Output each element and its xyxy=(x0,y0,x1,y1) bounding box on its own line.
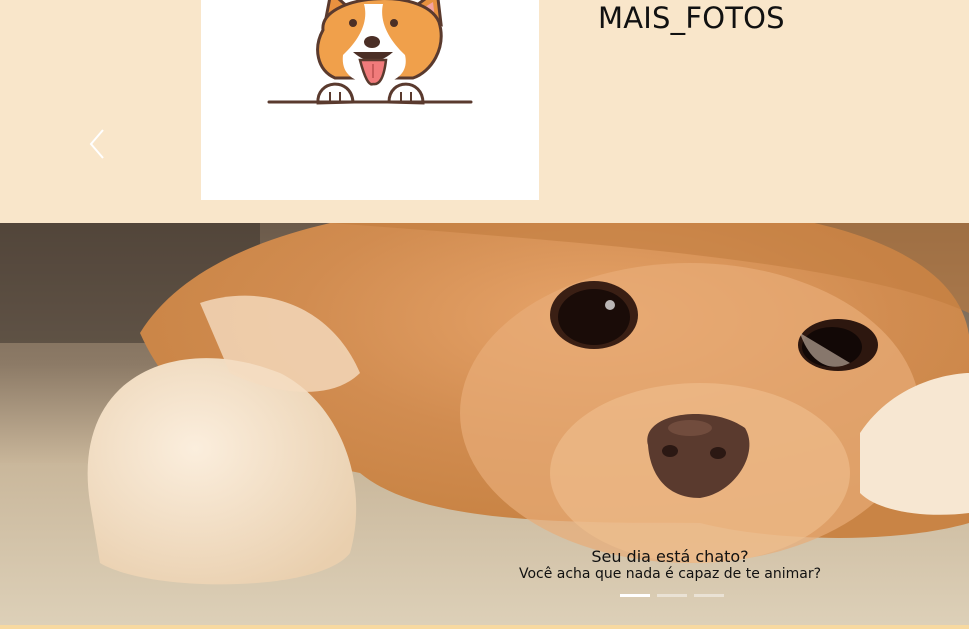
bottom-strip xyxy=(0,625,969,629)
carousel-indicator-3[interactable] xyxy=(694,594,724,597)
carousel-indicators xyxy=(620,594,724,597)
caption-title: Seu dia está chato? xyxy=(591,547,749,566)
mais-fotos-link[interactable]: MAIS_FOTOS xyxy=(598,1,785,35)
previous-slide-button[interactable] xyxy=(86,124,110,164)
hero-carousel: Seu dia está chato? Você acha que nada é… xyxy=(0,223,969,625)
top-band: MAIS_FOTOS xyxy=(0,0,969,223)
chevron-left-icon xyxy=(89,129,104,159)
carousel-indicator-1[interactable] xyxy=(620,594,650,597)
carousel-indicator-2[interactable] xyxy=(657,594,687,597)
carousel-caption: Seu dia está chato? Você acha que nada é… xyxy=(0,547,969,583)
logo-card xyxy=(201,0,539,200)
caption-subtitle: Você acha que nada é capaz de te animar? xyxy=(518,566,822,582)
corgi-logo-icon xyxy=(267,0,473,105)
